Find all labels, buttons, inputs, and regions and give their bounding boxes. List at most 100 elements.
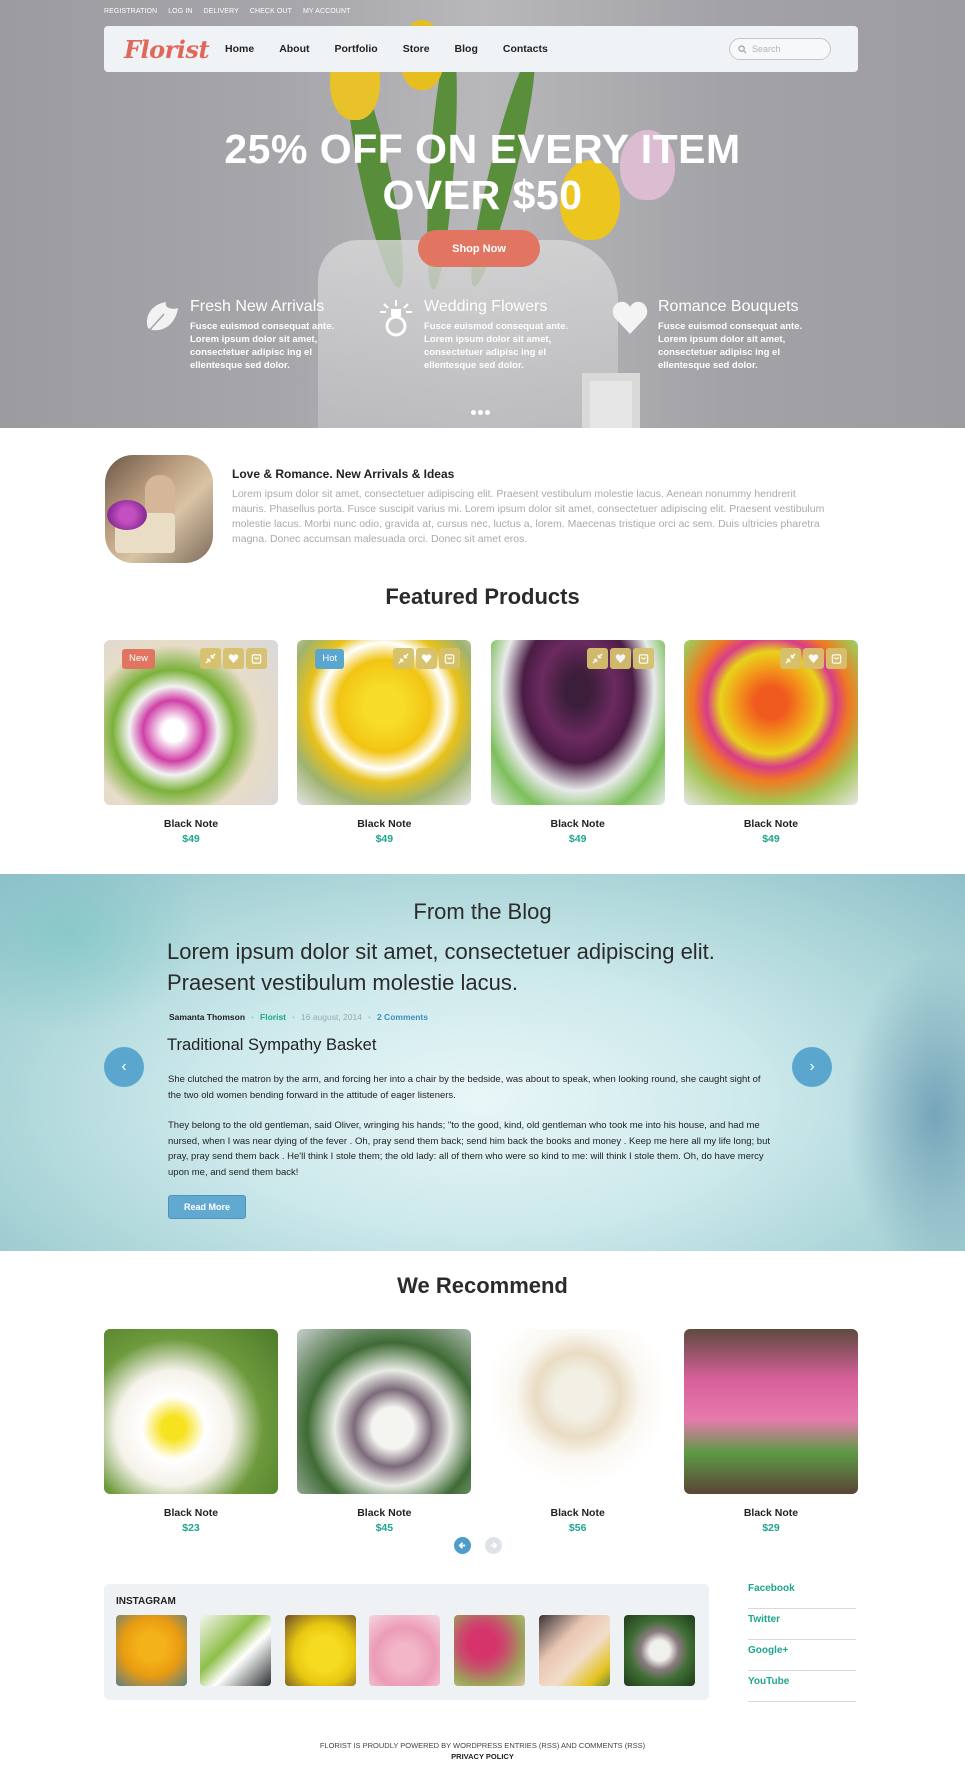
post-author[interactable]: Samanta Thomson [169, 1012, 245, 1022]
search-input[interactable] [752, 44, 822, 54]
compare-button[interactable] [200, 648, 221, 669]
slider-dot[interactable] [478, 410, 483, 415]
wishlist-button[interactable] [802, 648, 824, 669]
blog-prev-button[interactable]: ‹ [104, 1047, 144, 1087]
instagram-photo[interactable] [200, 1615, 271, 1686]
product-card[interactable]: Black Note $49 [683, 640, 858, 845]
social-facebook[interactable]: Facebook [748, 1578, 856, 1609]
bg-shade [845, 954, 965, 1251]
product-image[interactable] [490, 640, 665, 805]
top-link-checkout[interactable]: CHECK OUT [250, 8, 292, 15]
instagram-photo[interactable] [624, 1615, 695, 1686]
product-card[interactable]: Hot Black Note $49 [297, 640, 472, 845]
post-comments[interactable]: 2 Comments [377, 1012, 428, 1022]
product-card[interactable]: New Black Note $49 [104, 640, 278, 845]
wishlist-button[interactable] [416, 648, 438, 669]
product-card[interactable]: Black Note $45 [297, 1329, 472, 1534]
product-image[interactable]: Hot [297, 640, 472, 805]
product-image[interactable] [683, 1329, 858, 1494]
product-card[interactable]: Black Note $56 [490, 1329, 665, 1534]
product-name[interactable]: Black Note [684, 1507, 858, 1519]
product-name[interactable]: Black Note [297, 818, 471, 830]
product-card[interactable]: Black Note $29 [683, 1329, 858, 1534]
shop-now-button[interactable]: Shop Now [418, 230, 540, 267]
instagram-photo[interactable] [116, 1615, 187, 1686]
product-price: $45 [375, 1522, 394, 1534]
wishlist-button[interactable] [223, 648, 244, 669]
social-links: Facebook Twitter Google+ YouTube [748, 1578, 856, 1702]
product-price: $49 [182, 833, 200, 845]
product-price: $56 [568, 1522, 587, 1534]
hero-title: 25% OFF ON EVERY ITEM OVER $50 [0, 126, 965, 218]
post-title[interactable]: Traditional Sympathy Basket [167, 1036, 376, 1055]
nav-portfolio[interactable]: Portfolio [335, 43, 378, 55]
cart-button[interactable] [632, 648, 654, 669]
cart-button[interactable] [439, 648, 461, 669]
product-price: $49 [568, 833, 587, 845]
wishlist-button[interactable] [609, 648, 631, 669]
nav-home[interactable]: Home [225, 43, 254, 55]
product-name[interactable]: Black Note [491, 818, 665, 830]
cart-button[interactable] [246, 648, 267, 669]
product-name[interactable]: Black Note [104, 818, 278, 830]
privacy-policy-link[interactable]: PRIVACY POLICY [451, 1752, 514, 1761]
product-image[interactable] [297, 1329, 472, 1494]
main-navbar: Florist Home About Portfolio Store Blog … [104, 26, 858, 72]
social-twitter[interactable]: Twitter [748, 1609, 856, 1640]
instagram-photo[interactable] [454, 1615, 525, 1686]
product-image[interactable] [683, 640, 858, 805]
pager-next-button[interactable] [485, 1537, 502, 1554]
heart-icon [612, 301, 648, 334]
post-paragraph: She clutched the matron by the arm, and … [168, 1074, 761, 1101]
social-youtube[interactable]: YouTube [748, 1671, 856, 1702]
product-image[interactable]: New [104, 640, 278, 805]
product-actions [393, 648, 461, 669]
compare-button[interactable] [393, 648, 415, 669]
slider-dot[interactable] [485, 410, 490, 415]
top-link-delivery[interactable]: DELIVERY [204, 8, 239, 15]
cart-button[interactable] [825, 648, 847, 669]
product-price: $29 [762, 1522, 780, 1534]
nav-contacts[interactable]: Contacts [503, 43, 548, 55]
logo[interactable]: Florist [124, 35, 217, 64]
pager-prev-button[interactable] [454, 1537, 471, 1554]
compare-button[interactable] [779, 648, 801, 669]
main-nav: Home About Portfolio Store Blog Contacts [225, 43, 573, 55]
nav-blog[interactable]: Blog [455, 43, 478, 55]
intro-section: Love & Romance. New Arrivals & Ideas Lor… [104, 455, 858, 563]
instagram-photo[interactable] [285, 1615, 356, 1686]
compare-icon [205, 653, 216, 664]
product-name[interactable]: Black Note [684, 818, 858, 830]
product-card[interactable]: Black Note $49 [490, 640, 665, 845]
compare-button[interactable] [586, 648, 608, 669]
nav-about[interactable]: About [279, 43, 309, 55]
instagram-photo[interactable] [369, 1615, 440, 1686]
top-link-my-account[interactable]: MY ACCOUNT [303, 8, 351, 15]
product-badge: New [122, 649, 156, 669]
post-category[interactable]: Florist [260, 1012, 286, 1022]
footer-credits: FLORIST IS PROUDLY POWERED BY WORDPRESS … [319, 1741, 646, 1750]
compare-icon [785, 653, 796, 664]
social-google-plus[interactable]: Google+ [748, 1640, 856, 1671]
heart-icon [228, 654, 239, 664]
product-image[interactable] [490, 1329, 665, 1494]
product-image[interactable] [104, 1329, 278, 1494]
product-name[interactable]: Black Note [491, 1507, 665, 1519]
nav-store[interactable]: Store [403, 43, 430, 55]
blog-next-button[interactable]: › [792, 1047, 832, 1087]
instagram-photo[interactable] [539, 1615, 610, 1686]
product-name[interactable]: Black Note [104, 1507, 278, 1519]
top-link-registration[interactable]: REGISTRATION [104, 8, 157, 15]
post-paragraph: They belong to the old gentleman, said O… [168, 1120, 770, 1178]
hero-title-line2: OVER $50 [382, 172, 583, 218]
top-link-login[interactable]: LOG IN [168, 8, 192, 15]
featured-products: New Black Note $49 Hot Black Note $49 Bl… [104, 640, 858, 845]
product-card[interactable]: Black Note $23 [104, 1329, 278, 1534]
feature-title: Wedding Flowers [424, 298, 548, 315]
slider-dot[interactable] [471, 410, 476, 415]
read-more-button[interactable]: Read More [168, 1195, 246, 1219]
heart-icon [422, 654, 432, 664]
product-actions [200, 648, 267, 669]
product-name[interactable]: Black Note [297, 1507, 471, 1519]
recommend-title: We Recommend [397, 1273, 568, 1298]
